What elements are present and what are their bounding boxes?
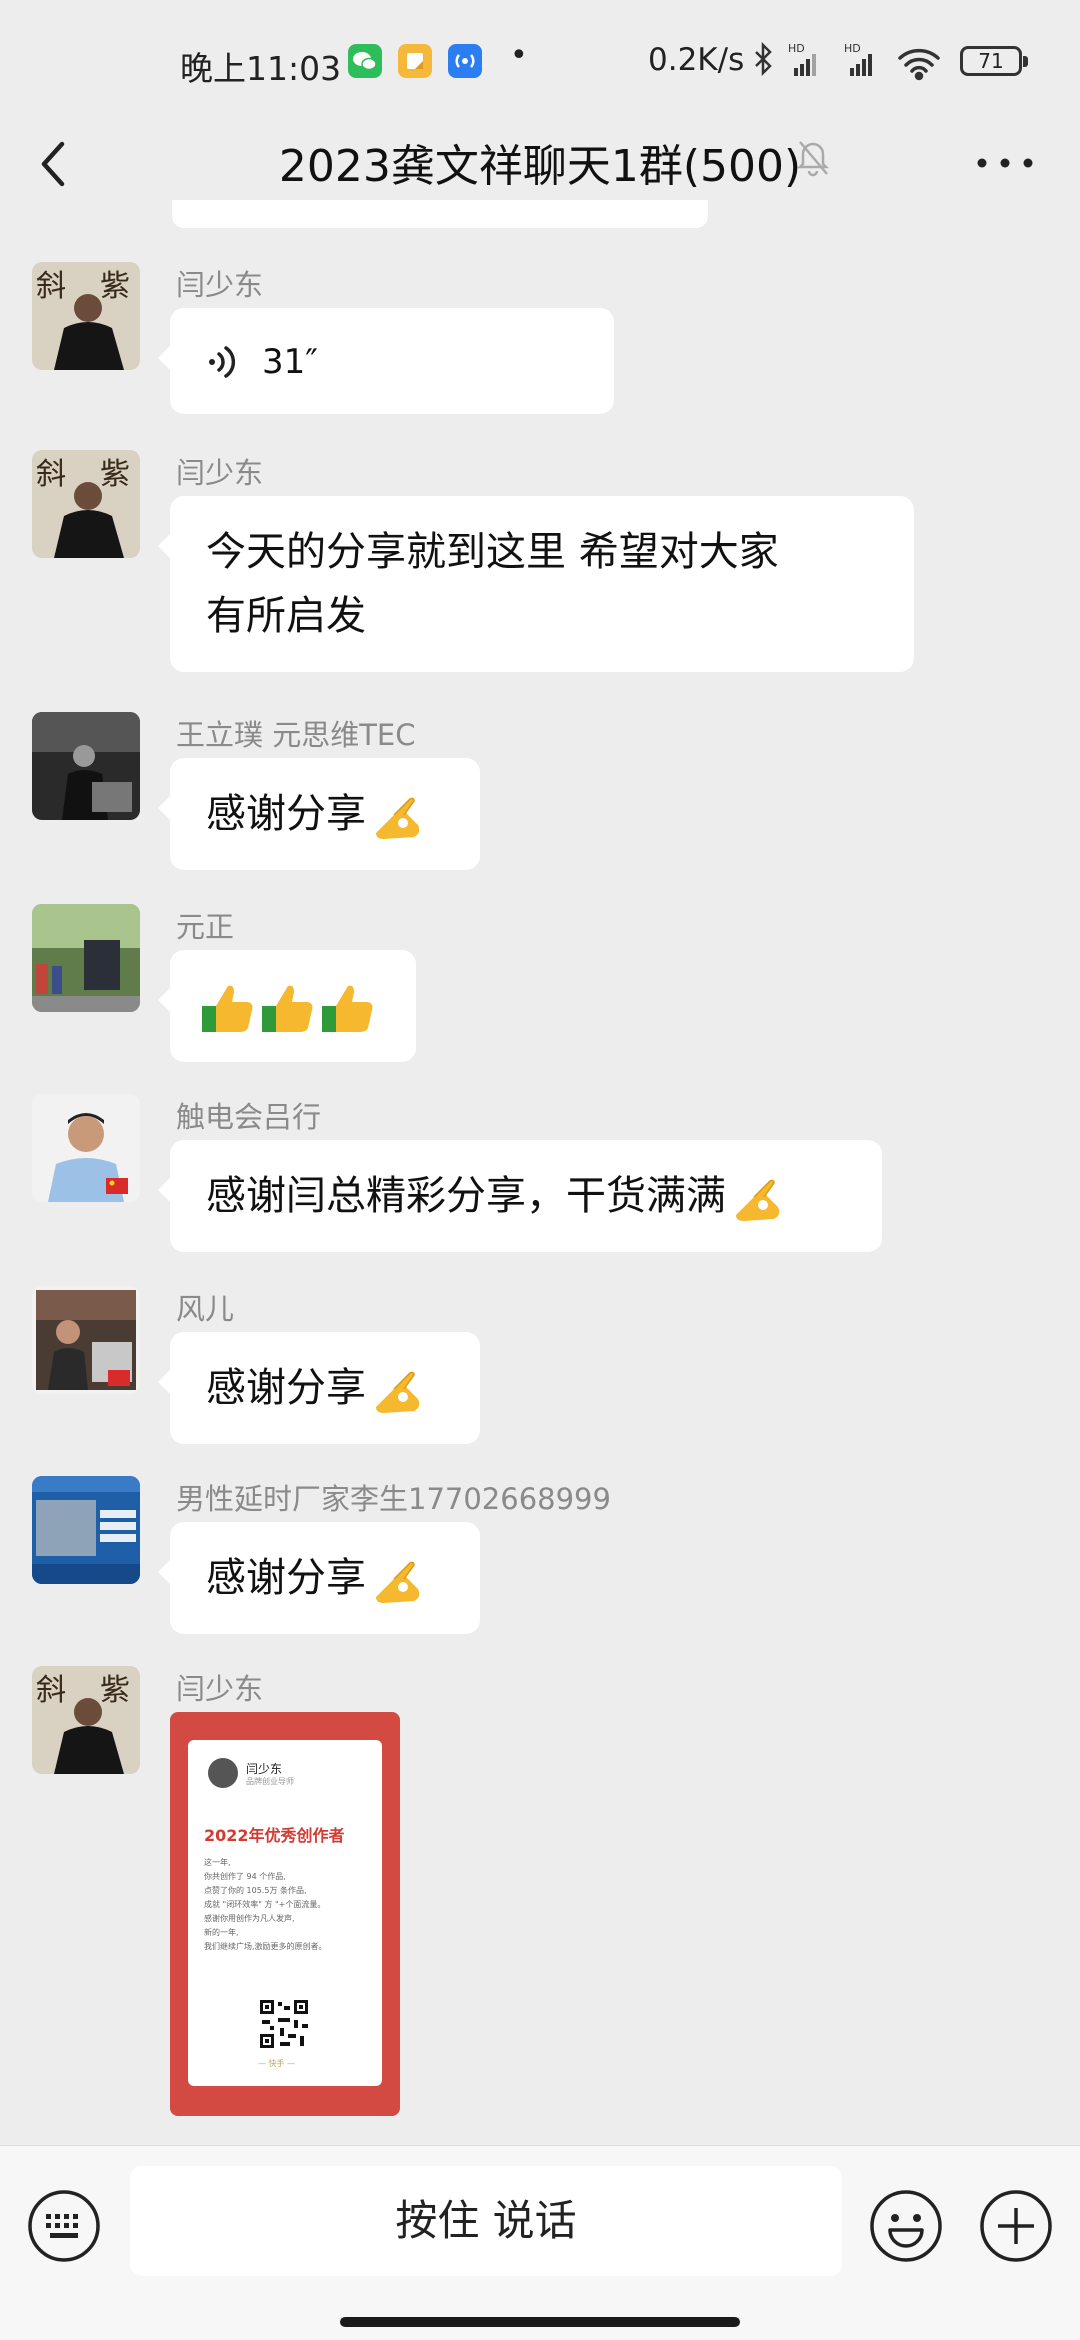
status-time: 晚上11:03 [180, 49, 342, 88]
message-text-content: 感谢分享 [206, 1555, 366, 1601]
previous-message-edge [172, 200, 708, 228]
sender-name: 风儿 [176, 1292, 235, 1326]
sender-name: 闫少东 [176, 456, 264, 490]
avatar[interactable]: 斜紫 [32, 262, 140, 370]
home-indicator[interactable] [340, 2317, 740, 2327]
svg-text:紫: 紫 [100, 269, 130, 304]
text-message-bubble[interactable]: 感谢分享 [158, 758, 480, 870]
voice-message-bubble[interactable]: 31″ [158, 308, 614, 414]
emoji-icon[interactable] [868, 2188, 944, 2264]
certificate-image: 闫少东 品牌创业导师 2022年优秀创作者 这一年, 你共创作了 94 个作品,… [188, 1740, 382, 2086]
sender-name: 闫少东 [176, 268, 264, 302]
message-text-content: 感谢分享 [206, 1365, 366, 1411]
card-title: 2022年优秀创作者 [204, 1826, 345, 1845]
message-text: 男性延时厂家李生17702668999 感谢分享 [0, 1476, 1080, 1646]
voice-duration: 31″ [262, 342, 318, 382]
ok-hand-emoji [376, 1371, 420, 1413]
svg-text:斜: 斜 [36, 1673, 66, 1708]
avatar[interactable] [32, 1094, 140, 1202]
voice-wave-icon [209, 346, 236, 378]
svg-text:斜: 斜 [36, 457, 66, 492]
message-emoji: 元正 [0, 904, 1080, 1074]
card-line: 成就 "闭环效率" 方 "+个面流量。 [204, 1900, 326, 1909]
message-list[interactable]: 斜紫 闫少东 31″ 斜紫 闫少东 今天的分享就到这里 希望对大家 有所启发 王… [0, 200, 1080, 2145]
image-message-card[interactable]: 闫少东 品牌创业导师 2022年优秀创作者 这一年, 你共创作了 94 个作品,… [170, 1712, 400, 2116]
svg-text:紫: 紫 [100, 1673, 130, 1708]
card-author: 闫少东 [246, 1762, 283, 1776]
battery-icon: 71 [960, 46, 1028, 76]
message-text: 斜紫 闫少东 今天的分享就到这里 希望对大家 有所启发 [0, 450, 1080, 690]
svg-text:斜: 斜 [36, 269, 66, 304]
message-text: 风儿 感谢分享 [0, 1286, 1080, 1456]
chat-title: 2023龚文祥聊天1群(500) [278, 141, 802, 192]
sender-name: 男性延时厂家李生17702668999 [176, 1482, 611, 1516]
card-line: 我们继续广场,激励更多的原创者。 [204, 1942, 327, 1951]
text-message-bubble[interactable]: 今天的分享就到这里 希望对大家 有所启发 [158, 496, 914, 672]
input-bar: 按住 说话 [0, 2145, 1080, 2340]
bluetooth-icon [755, 41, 772, 77]
avatar[interactable] [32, 904, 140, 1012]
avatar[interactable]: 斜紫 [32, 450, 140, 558]
sender-name: 触电会吕行 [176, 1100, 322, 1134]
card-line: 新的一年, [204, 1928, 239, 1937]
more-icon[interactable] [974, 148, 1036, 178]
thumbs-up-emoji [202, 985, 253, 1032]
message-text-content: 感谢分享 [206, 791, 366, 837]
ok-hand-emoji [376, 797, 420, 839]
card-line: 点赞了你的 105.5万 条作品, [204, 1886, 307, 1895]
hotspot-icon [448, 44, 482, 78]
card-footer: — 快手 — [258, 2059, 296, 2068]
message-line: 今天的分享就到这里 希望对大家 [206, 529, 779, 575]
card-avatar [208, 1758, 238, 1788]
svg-text:紫: 紫 [100, 457, 130, 492]
message-voice: 斜紫 闫少东 31″ [0, 262, 1080, 422]
svg-text:HD: HD [844, 42, 861, 55]
wifi-icon [898, 48, 940, 81]
svg-text:HD: HD [788, 42, 805, 55]
avatar[interactable] [32, 712, 140, 820]
card-body: 这一年, 你共创作了 94 个作品, 点赞了你的 105.5万 条作品, 成就 … [204, 1856, 364, 1954]
net-speed: 0.2K/s [648, 42, 745, 78]
message-text: 触电会吕行 感谢闫总精彩分享，干货满满 [0, 1094, 1080, 1264]
signal-icons: HD HD [755, 41, 940, 81]
hold-to-talk-button[interactable]: 按住 说话 [130, 2166, 842, 2276]
sender-name: 王立璞 元思维TEC [176, 718, 416, 752]
mute-bell-icon [796, 141, 830, 177]
message-text-content: 感谢闫总精彩分享，干货满满 [206, 1173, 726, 1219]
emoji-message-bubble[interactable] [158, 950, 416, 1062]
ok-hand-emoji [376, 1561, 420, 1603]
wechat-icon [348, 44, 382, 78]
sender-name: 元正 [176, 910, 235, 944]
plus-icon[interactable] [978, 2188, 1054, 2264]
card-line: 你共创作了 94 个作品, [204, 1872, 286, 1881]
status-bar: 晚上11:03 • 0.2K/s HD HD 71 [0, 0, 1080, 120]
thumbs-up-emoji [322, 985, 373, 1032]
cell-signal-icon: HD HD [788, 42, 872, 76]
text-message-bubble[interactable]: 感谢分享 [158, 1522, 480, 1634]
keyboard-icon[interactable] [26, 2188, 102, 2264]
message-line: 有所启发 [206, 593, 366, 639]
qr-code-icon [258, 1998, 310, 2050]
status-dot: • [510, 38, 528, 73]
card-author-subtitle: 品牌创业导师 [246, 1777, 294, 1786]
sender-name: 闫少东 [176, 1672, 264, 1706]
ok-hand-emoji [736, 1179, 780, 1221]
card-line: 感谢你用创作为凡人发声, [204, 1914, 295, 1923]
text-message-bubble[interactable]: 感谢闫总精彩分享，干货满满 [158, 1140, 882, 1252]
card-line: 这一年, [204, 1858, 231, 1867]
notes-icon [398, 44, 432, 78]
text-message-bubble[interactable]: 感谢分享 [158, 1332, 480, 1444]
avatar[interactable] [32, 1286, 140, 1394]
message-image: 斜紫 闫少东 闫少东 品牌创业导师 2022年优秀创作者 这一年, 你共创作了 … [0, 1666, 1080, 2126]
avatar[interactable]: 斜紫 [32, 1666, 140, 1774]
message-text: 王立璞 元思维TEC 感谢分享 [0, 712, 1080, 882]
avatar[interactable] [32, 1476, 140, 1584]
thumbs-up-emoji [262, 985, 313, 1032]
